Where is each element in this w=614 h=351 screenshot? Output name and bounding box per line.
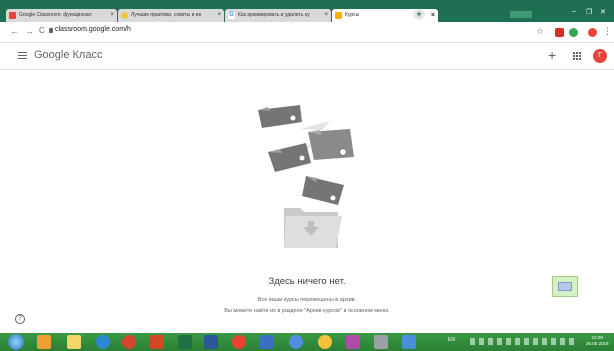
chrome-icon[interactable]: [232, 335, 246, 349]
powerpoint-icon[interactable]: [150, 335, 164, 349]
language-indicator[interactable]: EN: [448, 337, 455, 343]
app-icon[interactable]: [318, 335, 332, 349]
open-folder: [284, 208, 342, 248]
system-tray-icons[interactable]: [470, 338, 578, 345]
start-button[interactable]: [8, 334, 24, 350]
excel-icon[interactable]: [178, 335, 192, 349]
flying-folder-2: [308, 129, 354, 160]
internet-explorer-icon[interactable]: [96, 335, 110, 349]
help-icon[interactable]: ?: [15, 314, 25, 324]
clock[interactable]: 12:08 26.06.2018: [586, 335, 609, 347]
app-icon[interactable]: [289, 335, 303, 349]
media-player-icon[interactable]: [37, 335, 51, 349]
app-icon[interactable]: [374, 335, 388, 349]
empty-state-title: Здесь ничего нет.: [268, 276, 346, 287]
windows-taskbar: EN 12:08 26.06.2018: [0, 333, 614, 351]
empty-state-hint: Вы можете найти их в разделе "Архив курс…: [224, 308, 390, 314]
flying-folder-1: [258, 105, 302, 128]
save-app-icon[interactable]: [260, 335, 274, 349]
file-explorer-icon[interactable]: [67, 335, 81, 349]
paper-bit: [300, 121, 330, 130]
clock-date: 26.06.2018: [586, 341, 609, 346]
app-icon[interactable]: [346, 335, 360, 349]
opera-icon[interactable]: [122, 335, 136, 349]
browser-window: Google Classroom: функционал × Лучшие пр…: [0, 0, 614, 351]
flying-folder-3: [268, 143, 311, 172]
floating-widget-icon[interactable]: [552, 276, 578, 297]
telegram-icon[interactable]: [402, 335, 416, 349]
word-icon[interactable]: [204, 335, 218, 349]
empty-state-description: Все ваши курсы перемещены в архив.: [257, 297, 357, 303]
flying-folder-4: [302, 176, 344, 205]
